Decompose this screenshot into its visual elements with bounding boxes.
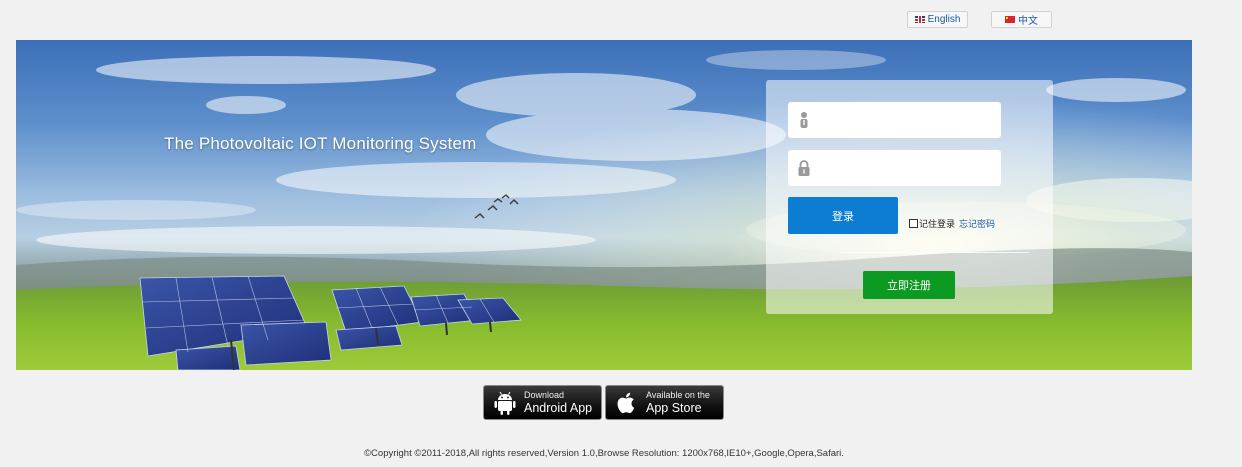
login-button[interactable]: 登录 (788, 197, 898, 234)
lock-icon (798, 160, 810, 176)
username-field[interactable] (788, 102, 1001, 138)
android-badge-large-text: Android App (524, 400, 593, 415)
forgot-password-link[interactable]: 忘记密码 (959, 217, 995, 230)
android-icon (494, 391, 516, 415)
register-button[interactable]: 立即注册 (863, 271, 955, 299)
remember-checkbox[interactable] (909, 219, 918, 228)
chinese-language-button[interactable]: 中文 (991, 11, 1052, 28)
app-store-badge[interactable]: Available on the App Store (605, 385, 724, 420)
apple-badge-large-text: App Store (646, 400, 702, 415)
copyright-footer: ©Copyright ©2011-2018,All rights reserve… (0, 448, 1242, 459)
android-badge-small-text: Download (524, 389, 565, 400)
apple-badge-small-text: Available on the (646, 389, 710, 400)
english-label: English (927, 14, 961, 25)
remember-label: 记住登录 (919, 219, 956, 229)
system-title: The Photovoltaic IOT Monitoring System (164, 134, 477, 153)
china-flag-icon (1005, 16, 1015, 23)
uk-flag-icon (914, 16, 925, 23)
password-input[interactable] (820, 150, 998, 186)
remember-login: 记住登录 忘记密码 (909, 217, 995, 230)
copyright-text: ©Copyright ©2011-2018,All rights reserve… (364, 448, 844, 459)
login-panel: 登录 记住登录 忘记密码 立即注册 (766, 80, 1053, 314)
english-language-button[interactable]: English (907, 11, 968, 28)
username-input[interactable] (820, 102, 998, 138)
password-field[interactable] (788, 150, 1001, 186)
apple-icon (617, 392, 635, 413)
chinese-label: 中文 (1018, 16, 1038, 27)
user-icon (800, 112, 808, 128)
hero-banner: The Photovoltaic IOT Monitoring System 登… (16, 40, 1192, 370)
android-app-badge[interactable]: Download Android App (483, 385, 602, 420)
panel-divider (841, 252, 1029, 253)
